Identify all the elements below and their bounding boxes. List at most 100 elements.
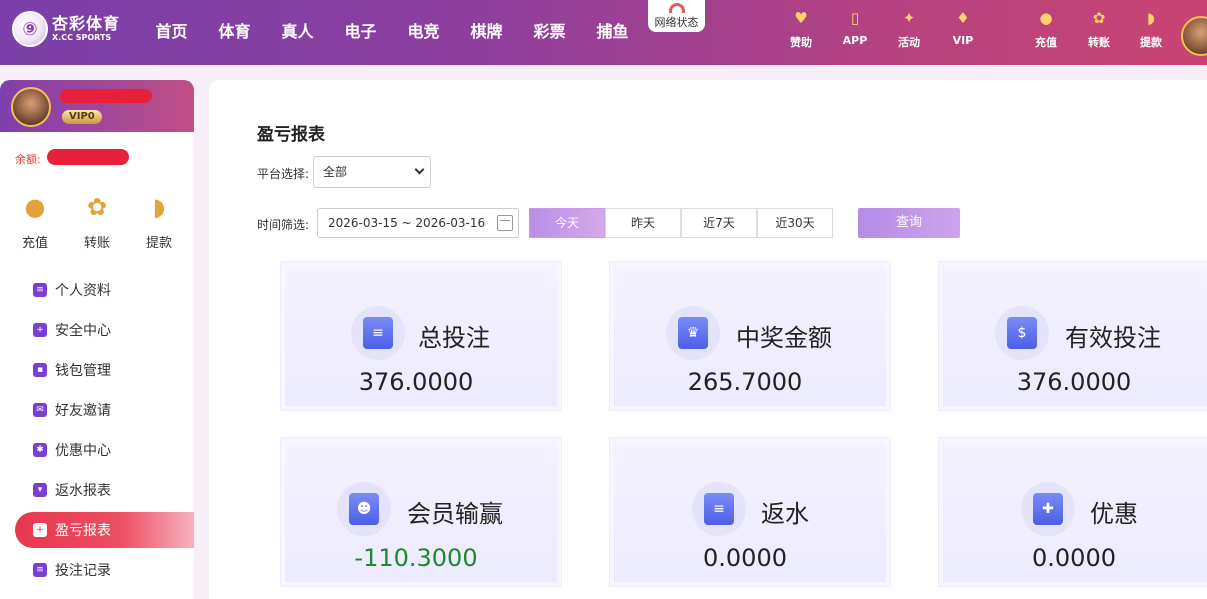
header-sponsor-button[interactable]: ♥ 赞助: [781, 7, 821, 50]
header-activity-button[interactable]: ✦ 活动: [889, 7, 929, 50]
stat-card-member-profit: ☻ 会员输赢 -110.3000: [281, 438, 561, 586]
gift-icon: ✦: [902, 9, 916, 27]
stat-value: 376.0000: [1016, 368, 1132, 396]
quick-deposit-button[interactable]: ● 充值: [15, 192, 55, 251]
stat-card-total-bet: ≡ 总投注 376.0000: [281, 262, 561, 410]
quick-transfer-button[interactable]: ✿ 转账: [77, 192, 117, 251]
query-button[interactable]: 查询: [858, 208, 960, 238]
sidebar-menu: ≡ 个人资料 + 安全中心 ▪ 钱包管理 ✉ 好友邀请 ✱ 优惠中心 ▾ 返水报表 + 盈亏报…: [0, 270, 194, 590]
username-redacted: [60, 89, 152, 103]
trophy-icon: ♛: [666, 306, 720, 360]
header-transfer-button[interactable]: ✿ 转账: [1079, 7, 1119, 50]
header-withdraw-label: 提款: [1140, 36, 1162, 49]
balance-redacted: [47, 149, 129, 165]
header-deposit-label: 充值: [1035, 36, 1057, 49]
sidebar-item-label: 好友邀请: [55, 403, 111, 419]
nav-fishing[interactable]: 捕鱼: [581, 18, 644, 42]
stat-title: 总投注: [418, 324, 490, 352]
sidebar-item-label: 优惠中心: [55, 443, 111, 459]
nav-lottery[interactable]: 彩票: [518, 18, 581, 42]
range-30days-button[interactable]: 近30天: [757, 208, 833, 238]
sidebar-item-label: 返水报表: [55, 483, 111, 499]
valid-bet-icon: $: [995, 306, 1049, 360]
sidebar-item-profit-report[interactable]: + 盈亏报表: [15, 512, 194, 548]
rebate-doc-icon: ≡: [692, 482, 746, 536]
stat-title: 中奖金额: [736, 324, 832, 352]
phone-icon: ▯: [850, 9, 860, 27]
quick-withdraw-button[interactable]: ◗ 提款: [139, 192, 179, 251]
header-deposit-button[interactable]: ● 充值: [1026, 7, 1066, 50]
chevron-down-icon: [414, 164, 425, 175]
header-vip-button[interactable]: ♦ VIP: [943, 7, 983, 47]
wallet-icon: ▪: [33, 363, 47, 377]
record-icon: ≡: [33, 563, 47, 577]
ticket-icon: ✱: [33, 443, 47, 457]
network-status-label: 网络状态: [654, 16, 699, 29]
handshake-icon: ♥: [794, 9, 808, 27]
header-app-button[interactable]: ▯ APP: [835, 7, 875, 47]
header-avatar[interactable]: [1181, 16, 1207, 56]
header-vip-label: VIP: [952, 34, 974, 47]
sidebar-item-invite[interactable]: ✉ 好友邀请: [0, 390, 194, 430]
sidebar-item-label: 盈亏报表: [55, 523, 111, 539]
header-activity-label: 活动: [898, 36, 920, 49]
money-bag-icon: ●: [24, 193, 46, 221]
nav-sports[interactable]: 体育: [203, 18, 266, 42]
site-logo[interactable]: ⑨ 杏彩体育 X.CC SPORTS: [12, 11, 120, 47]
sidebar-item-label: 投注记录: [55, 563, 111, 579]
logo-name: 杏彩体育: [52, 14, 121, 33]
transfer-icon: ✿: [86, 193, 108, 221]
logo-subtitle: X.CC SPORTS: [52, 33, 112, 42]
stat-title: 有效投注: [1065, 324, 1161, 352]
profile-icon: ≡: [33, 283, 47, 297]
nav-home[interactable]: 首页: [140, 18, 203, 42]
avatar[interactable]: [11, 87, 51, 127]
sidebar-item-rebate-report[interactable]: ▾ 返水报表: [0, 470, 194, 510]
date-range-input[interactable]: 2026-03-15 ~ 2026-03-16: [317, 208, 519, 238]
header-withdraw-button[interactable]: ◗ 提款: [1131, 7, 1171, 50]
quick-withdraw-label: 提款: [145, 236, 172, 251]
stat-title: 会员输赢: [407, 500, 503, 528]
time-filter-label: 时间筛选:: [257, 218, 310, 232]
stat-value: 376.0000: [358, 368, 474, 396]
sidebar-item-label: 钱包管理: [55, 363, 111, 379]
shield-icon: +: [33, 323, 47, 337]
sidebar-item-profile[interactable]: ≡ 个人资料: [0, 270, 194, 310]
sidebar-item-label: 个人资料: [55, 283, 111, 299]
sidebar: VIP0 余额: ● 充值 ✿ 转账 ◗ 提款 ≡ 个人资料 + 安全中心 ▪ 钱包管理 ✉…: [0, 80, 194, 599]
quick-deposit-label: 充值: [21, 236, 48, 251]
range-7days-button[interactable]: 近7天: [681, 208, 757, 238]
network-status-button[interactable]: 网络状态: [648, 0, 705, 32]
stat-card-valid-bet: $ 有效投注 376.0000: [939, 262, 1207, 410]
transfer-icon: ✿: [1092, 9, 1106, 27]
rebate-icon: ▾: [33, 483, 47, 497]
logo-mark-icon: ⑨: [12, 11, 48, 47]
range-yesterday-button[interactable]: 昨天: [605, 208, 681, 238]
main-panel: 盈亏报表 平台选择: 全部 时间筛选: 2026-03-15 ~ 2026-03…: [209, 80, 1207, 599]
range-today-button[interactable]: 今天: [529, 208, 605, 238]
header-transfer-label: 转账: [1088, 36, 1110, 49]
bonus-icon: ✚: [1021, 482, 1075, 536]
sidebar-item-promotions[interactable]: ✱ 优惠中心: [0, 430, 194, 470]
user-card: VIP0: [0, 80, 194, 132]
stat-value: 0.0000: [703, 544, 787, 572]
sidebar-item-bet-records[interactable]: ≡ 投注记录: [0, 550, 194, 590]
stat-title: 返水: [761, 500, 809, 528]
sidebar-item-wallet[interactable]: ▪ 钱包管理: [0, 350, 194, 390]
nav-esports[interactable]: 电竞: [392, 18, 455, 42]
stat-title: 优惠: [1090, 500, 1138, 528]
stat-card-bonus: ✚ 优惠 0.0000: [939, 438, 1207, 586]
date-range-value: 2026-03-15 ~ 2026-03-16: [328, 216, 486, 230]
stat-card-winnings: ♛ 中奖金额 265.7000: [610, 262, 890, 410]
header-sponsor-label: 赞助: [790, 36, 812, 49]
nav-live[interactable]: 真人: [266, 18, 329, 42]
nav-slots[interactable]: 电子: [329, 18, 392, 42]
sidebar-item-security[interactable]: + 安全中心: [0, 310, 194, 350]
stat-value: 0.0000: [1032, 544, 1116, 572]
calendar-icon[interactable]: [497, 215, 513, 231]
signal-icon: [668, 3, 685, 13]
quick-transfer-label: 转账: [83, 236, 110, 251]
platform-select[interactable]: 全部: [313, 156, 431, 188]
stat-card-rebate: ≡ 返水 0.0000: [610, 438, 890, 586]
nav-cards[interactable]: 棋牌: [455, 18, 518, 42]
